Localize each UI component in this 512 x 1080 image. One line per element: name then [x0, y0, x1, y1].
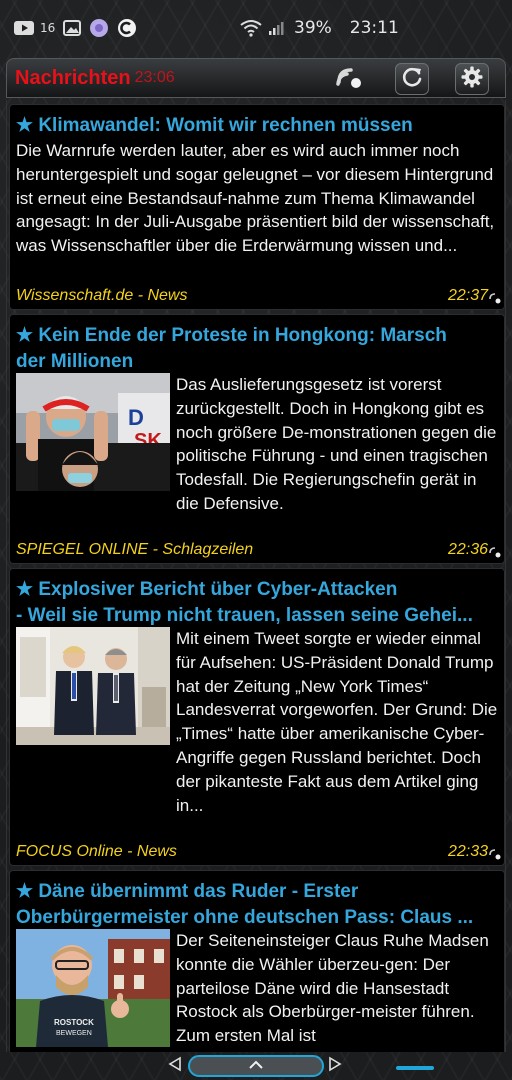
article-thumbnail[interactable]: ROSTOCK BEWEGEN — [16, 929, 170, 1047]
gallery-icon — [63, 20, 82, 36]
settings-button[interactable] — [455, 63, 489, 95]
article-source: Wissenschaft.de - News — [16, 287, 188, 304]
article-time: 22:33 — [447, 843, 488, 860]
news-item[interactable]: ★ Klimawandel: Womit wir rechnen müssen … — [9, 104, 505, 310]
article-source: SPIEGEL ONLINE - Schlagzeilen — [16, 541, 254, 558]
star-icon: ★ — [16, 325, 34, 346]
signal-icon — [268, 20, 284, 36]
battery-percent: 39% — [294, 18, 332, 38]
youtube-icon — [14, 21, 34, 35]
wifi-feed-icon — [335, 62, 365, 97]
article-description: Die Warnrufe werden lauter, aber es wird… — [16, 141, 495, 256]
recent-apps-indicator[interactable] — [396, 1066, 434, 1070]
last-update-time: 23:06 — [134, 69, 175, 86]
refresh-icon — [400, 65, 424, 94]
home-pill-icon — [248, 1057, 264, 1075]
app-icon — [89, 18, 109, 38]
article-description: Mit einem Tweet sorgte er wieder einmal … — [176, 629, 498, 815]
home-pill[interactable] — [188, 1055, 324, 1077]
article-title[interactable]: ★ Klimawandel: Womit wir rechnen müssen — [16, 113, 494, 139]
star-icon: ★ — [16, 881, 34, 902]
feed-status-button[interactable] — [333, 63, 367, 95]
app-header: Nachrichten 23:06 — [6, 58, 506, 98]
svg-text:BEWEGEN: BEWEGEN — [56, 1030, 92, 1037]
article-time: 22:37 — [447, 287, 488, 304]
article-description: Der Seiteneinsteiger Claus Ruhe Madsen k… — [176, 931, 489, 1046]
status-bar: 16 39% 23:11 — [0, 0, 512, 56]
navigation-bar — [0, 1052, 512, 1080]
news-item[interactable]: ★ Däne übernimmt das Ruder - Erster Ober… — [9, 870, 505, 1052]
article-source: FOCUS Online - News — [16, 843, 177, 860]
article-title[interactable]: ★ Däne übernimmt das Ruder - Erster Ober… — [16, 879, 494, 931]
svg-text:ROSTOCK: ROSTOCK — [54, 1018, 94, 1027]
star-icon: ★ — [16, 115, 34, 136]
news-item[interactable]: ★ Kein Ende der Proteste in Hongkong: Ma… — [9, 314, 505, 564]
feed-signal-icon — [488, 847, 502, 866]
article-time: 22:36 — [447, 541, 488, 558]
clock: 23:11 — [349, 18, 399, 38]
settings-icon — [460, 65, 484, 94]
svg-text:D: D — [128, 405, 144, 430]
article-title[interactable]: ★ Kein Ende der Proteste in Hongkong: Ma… — [16, 323, 494, 375]
news-item[interactable]: ★ Explosiver Bericht über Cyber-Attacken… — [9, 568, 505, 866]
article-title[interactable]: ★ Explosiver Bericht über Cyber-Attacken… — [16, 577, 494, 629]
article-description: Das Auslieferungsgesetz ist vorerst zurü… — [176, 375, 497, 513]
back-icon[interactable] — [168, 1056, 182, 1077]
news-feed[interactable]: ★ Klimawandel: Womit wir rechnen müssen … — [6, 100, 506, 1052]
wifi-icon — [240, 19, 262, 37]
feed-signal-icon — [488, 291, 502, 310]
app-title: Nachrichten — [15, 66, 131, 89]
article-thumbnail[interactable] — [16, 627, 170, 745]
notification-count: 16 — [40, 21, 56, 35]
refresh-button[interactable] — [395, 63, 429, 95]
star-icon: ★ — [16, 579, 34, 600]
feed-signal-icon — [488, 545, 502, 564]
forward-icon[interactable] — [328, 1056, 342, 1077]
article-thumbnail[interactable]: D SK — [16, 373, 170, 491]
c-app-icon — [117, 18, 137, 38]
